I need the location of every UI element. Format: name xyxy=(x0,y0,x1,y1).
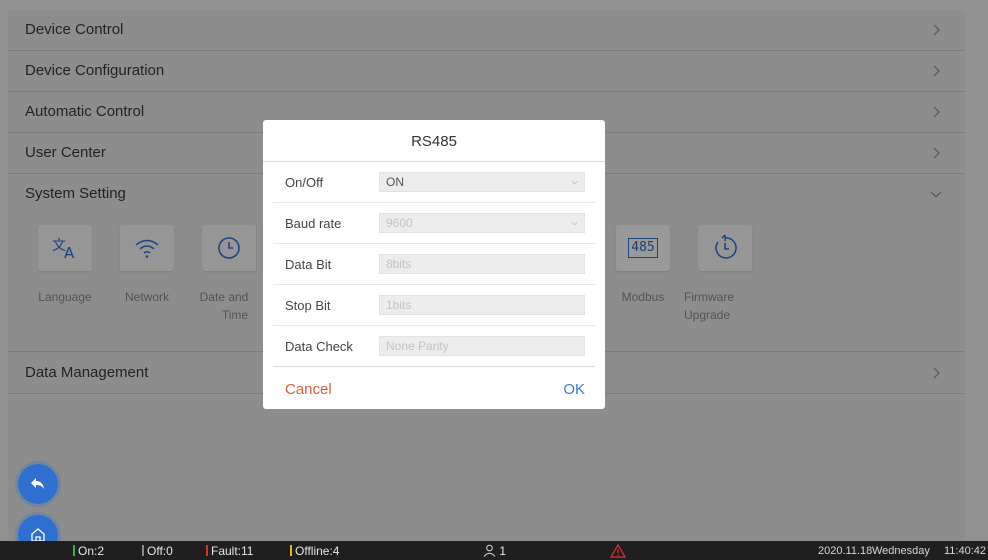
data-bit-field[interactable]: 8bits xyxy=(379,254,585,274)
status-off: Off:0 xyxy=(142,544,173,558)
off-indicator xyxy=(142,545,144,556)
status-fault: Fault:11 xyxy=(206,544,253,558)
status-bar: On:2 Off:0 Fault:11 Offline:4 1 2020.11.… xyxy=(0,541,988,560)
offline-indicator xyxy=(290,545,292,556)
chevron-down-icon xyxy=(571,180,578,185)
data-bit-value: 8bits xyxy=(386,257,412,271)
field-stop-bit: Stop Bit 1bits xyxy=(273,285,595,326)
status-weekday: Wednesday xyxy=(872,545,930,557)
chevron-down-icon xyxy=(571,221,578,226)
fault-indicator xyxy=(206,545,208,556)
user-count-text: 1 xyxy=(499,544,507,558)
status-time: 11:40:42 xyxy=(944,545,987,557)
on-indicator xyxy=(73,545,75,556)
status-off-text: Off:0 xyxy=(147,544,173,558)
status-date: 2020.11.18 xyxy=(818,545,873,557)
status-fault-text: Fault:11 xyxy=(211,544,254,558)
field-data-check: Data Check None Parity xyxy=(273,326,595,367)
status-on-text: On:2 xyxy=(78,544,105,558)
rs485-dialog: RS485 On/Off ON Baud rate 9600 Data Bit … xyxy=(263,120,605,409)
field-on-off: On/Off ON xyxy=(273,162,595,203)
field-label: On/Off xyxy=(285,175,324,190)
status-offline: Offline:4 xyxy=(290,544,339,558)
field-data-bit: Data Bit 8bits xyxy=(273,244,595,285)
back-button[interactable] xyxy=(18,464,58,504)
status-offline-text: Offline:4 xyxy=(295,544,340,558)
status-on: On:2 xyxy=(73,544,104,558)
field-baud-rate: Baud rate 9600 xyxy=(273,203,595,244)
warning-icon[interactable] xyxy=(610,544,626,558)
user-count[interactable]: 1 xyxy=(483,544,506,558)
dialog-title: RS485 xyxy=(263,120,605,162)
field-label: Data Bit xyxy=(285,257,332,272)
baud-rate-select[interactable]: 9600 xyxy=(379,213,585,233)
field-label: Data Check xyxy=(285,339,353,354)
data-check-value: None Parity xyxy=(386,339,449,353)
dialog-footer: Cancel OK xyxy=(263,369,605,409)
user-icon xyxy=(483,544,496,557)
data-check-field[interactable]: None Parity xyxy=(379,336,585,356)
on-off-value: ON xyxy=(386,175,404,189)
stop-bit-field[interactable]: 1bits xyxy=(379,295,585,315)
on-off-select[interactable]: ON xyxy=(379,172,585,192)
cancel-button[interactable]: Cancel xyxy=(285,381,332,398)
back-arrow-icon xyxy=(31,478,44,489)
ok-button[interactable]: OK xyxy=(563,381,585,398)
stop-bit-value: 1bits xyxy=(386,298,412,312)
field-label: Baud rate xyxy=(285,216,342,231)
field-label: Stop Bit xyxy=(285,298,331,313)
baud-rate-value: 9600 xyxy=(386,216,413,230)
